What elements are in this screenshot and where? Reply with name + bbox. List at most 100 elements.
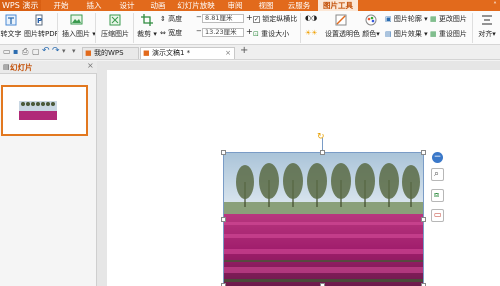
ribbon-tab-bar: WPS 演示 ▾ 开始 插入 设计 动画 幻灯片放映 审阅 视图 云服务 图片工… xyxy=(0,0,500,11)
tab-slides[interactable]: 幻灯片 xyxy=(10,62,33,73)
svg-text:P: P xyxy=(37,17,42,25)
picture-border-button[interactable]: ▭ xyxy=(431,209,444,222)
collapse-icon[interactable]: − xyxy=(432,152,443,163)
slides-panel: ▤ 幻灯片 × xyxy=(0,61,97,286)
chevron-down-icon[interactable]: ▾ xyxy=(72,47,76,55)
tab-view[interactable]: 视图 xyxy=(256,0,276,11)
tab-design[interactable]: 设计 xyxy=(117,0,137,11)
border-icon: ▭ xyxy=(434,210,442,219)
resize-handle-w[interactable] xyxy=(221,217,226,222)
picture-icon xyxy=(70,14,82,25)
pdf-icon: P xyxy=(35,14,43,26)
chevron-up-icon[interactable]: ˄ xyxy=(490,0,500,11)
tab-picture-tools[interactable]: 图片工具 xyxy=(318,0,358,11)
color-palette-icon xyxy=(365,14,377,26)
height-plus[interactable]: + xyxy=(246,13,253,22)
selection-frame xyxy=(223,152,424,286)
transparent-color-icon xyxy=(335,14,347,26)
separator xyxy=(95,13,96,43)
compress-picture-button[interactable]: 压缩图片 xyxy=(101,14,129,44)
insert-picture-button[interactable]: 插入图片 ▾ xyxy=(62,14,96,44)
preview-icon[interactable]: ▢ xyxy=(32,47,40,56)
slide-thumbnail-image xyxy=(3,87,86,134)
separator xyxy=(133,13,134,43)
folder-icon[interactable]: ▭ xyxy=(3,47,11,56)
width-minus[interactable]: − xyxy=(196,27,202,35)
wps-window: WPS 演示 ▾ 开始 插入 设计 动画 幻灯片放映 审阅 视图 云服务 图片工… xyxy=(0,0,500,286)
separator xyxy=(300,13,301,43)
height-icon: ⇕ xyxy=(160,15,166,23)
checkbox-checked-icon: ✓ xyxy=(253,15,260,23)
resize-handle-nw[interactable] xyxy=(221,150,226,155)
width-icon: ⇔ xyxy=(160,29,166,37)
ribbon-picture-tools: 转文字 P 图片转PDF 插入图片 ▾ 压缩图片 裁剪 ▾ ⇕ 高度 − 8.8… xyxy=(0,11,500,45)
set-transparent-label: 设置透明色 xyxy=(325,30,360,38)
outline-view-icon[interactable]: ▤ xyxy=(3,63,10,71)
set-transparent-button[interactable]: 设置透明色 xyxy=(325,14,360,39)
resize-handle-n[interactable] xyxy=(320,150,325,155)
align-label: 对齐▾ xyxy=(478,30,496,38)
to-pdf-button[interactable]: P 图片转PDF xyxy=(24,14,59,44)
brightness-button[interactable]: ☀☀ xyxy=(305,29,318,37)
height-input[interactable]: 8.81厘米 xyxy=(202,14,244,23)
crop-icon xyxy=(141,14,153,26)
width-input[interactable]: 13.23厘米 xyxy=(202,28,244,37)
print-icon[interactable]: ⎙ xyxy=(22,47,28,57)
tab-cloud[interactable]: 云服务 xyxy=(285,0,313,11)
crop-button[interactable]: 裁剪 ▾ xyxy=(137,14,157,44)
close-icon[interactable]: × xyxy=(225,48,231,59)
tab-slideshow[interactable]: 幻灯片放映 xyxy=(177,0,215,11)
tab-presentation1[interactable]: ■ 演示文稿1 * × xyxy=(140,47,235,59)
rotate-handle-icon[interactable]: ↻ xyxy=(317,132,325,142)
width-plus[interactable]: + xyxy=(246,27,253,36)
new-tab-icon[interactable]: + xyxy=(240,45,248,56)
tab-my-wps-label: 我的WPS xyxy=(94,49,124,57)
align-button[interactable]: 对齐▾ xyxy=(475,14,499,39)
picture-outline-button[interactable]: ▣ 图片轮廓 ▾ xyxy=(385,14,428,24)
tab-animation[interactable]: 动画 xyxy=(148,0,168,11)
zoom-picture-button[interactable]: ⌕ xyxy=(431,168,444,181)
reset-size-icon: ⊡ xyxy=(253,30,259,38)
effect-icon: ▤ xyxy=(385,30,392,38)
resize-handle-ne[interactable] xyxy=(421,150,426,155)
color-label: 颜色▾ xyxy=(362,30,380,38)
crop-icon: ⧈ xyxy=(434,190,440,199)
redo-icon[interactable]: ↷ xyxy=(52,46,60,56)
to-text-button[interactable]: 转文字 xyxy=(0,14,22,44)
compress-icon xyxy=(109,14,121,26)
presentation-icon: ■ xyxy=(143,49,150,57)
color-button[interactable]: 颜色▾ xyxy=(361,14,381,39)
slide-thumbnail[interactable] xyxy=(1,85,88,136)
to-text-label: 转文字 xyxy=(0,30,22,38)
slides-panel-tabs: ▤ 幻灯片 × xyxy=(0,61,97,74)
resize-handle-e[interactable] xyxy=(421,217,426,222)
tab-my-wps[interactable]: ■ 我的WPS xyxy=(82,47,139,59)
save-icon[interactable]: ▪ xyxy=(13,47,18,56)
reset-size-button[interactable]: ⊡ 重设大小 xyxy=(253,29,289,39)
quick-access-toolbar: ▭ ▪ ⎙ ▢ ↶ ↷ ▾ ▾ ■ 我的WPS ■ 演示文稿1 * × + xyxy=(0,45,500,60)
app-menu-button[interactable]: WPS 演示 ▾ xyxy=(0,0,41,11)
brightness-icon: ☀☀ xyxy=(305,29,318,37)
lock-ratio-checkbox[interactable]: ✓ 锁定纵横比 xyxy=(253,14,297,24)
separator xyxy=(57,13,58,43)
outline-icon: ▣ xyxy=(385,15,392,23)
height-minus[interactable]: − xyxy=(196,13,202,21)
chevron-down-icon[interactable]: ▾ xyxy=(62,47,66,55)
to-pdf-label: 图片转PDF xyxy=(24,30,59,38)
contrast-icon: ◐◑ xyxy=(305,14,318,22)
picture-effect-button[interactable]: ▤ 图片效果 ▾ xyxy=(385,29,428,39)
change-picture-button[interactable]: ▦ 更改图片 xyxy=(430,14,467,24)
undo-icon[interactable]: ↶ xyxy=(42,46,50,56)
editing-canvas: ↻ − ⌕ ⧈ ▭ xyxy=(97,61,500,286)
reset-picture-button[interactable]: ▦ 重设图片 xyxy=(430,29,467,39)
tab-insert[interactable]: 插入 xyxy=(84,0,104,11)
tab-review[interactable]: 审阅 xyxy=(225,0,245,11)
contrast-button[interactable]: ◐◑ xyxy=(305,14,317,22)
wps-logo-icon: ■ xyxy=(85,49,92,57)
insert-picture-label: 插入图片 ▾ xyxy=(62,30,96,38)
tab-start[interactable]: 开始 xyxy=(51,0,71,11)
slide-canvas[interactable]: ↻ − ⌕ ⧈ ▭ xyxy=(107,70,500,286)
crop-picture-button[interactable]: ⧈ xyxy=(431,189,444,202)
align-icon xyxy=(482,15,492,25)
close-icon[interactable]: × xyxy=(87,61,94,70)
